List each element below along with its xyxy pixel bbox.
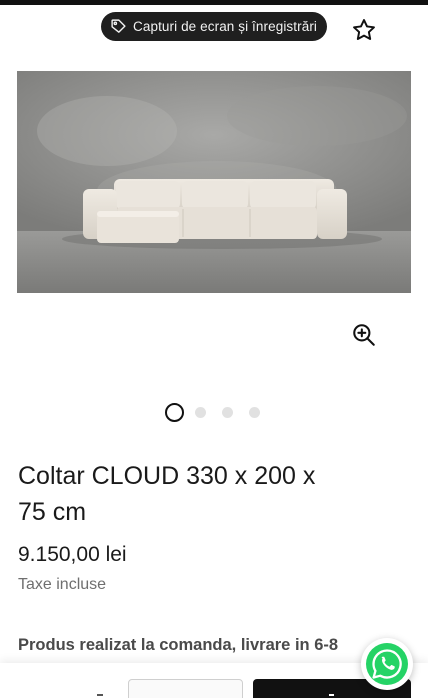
whatsapp-chat-button[interactable] <box>361 638 413 690</box>
screenshot-tag-badge[interactable]: Capturi de ecran și înregistrări <box>101 12 327 41</box>
screenshot-tag-label: Capturi de ecran și înregistrări <box>133 19 318 34</box>
pagination-dot[interactable] <box>222 407 233 418</box>
sticky-bar-fragment <box>97 694 103 696</box>
pagination-dot[interactable] <box>249 407 260 418</box>
status-bar-edge <box>0 0 428 5</box>
tag-icon <box>111 19 126 33</box>
tax-note: Taxe incluse <box>18 576 107 593</box>
pagination-dot[interactable] <box>195 407 206 418</box>
favorite-button[interactable] <box>351 17 377 43</box>
gallery-pagination <box>165 403 276 422</box>
pagination-dot-active[interactable] <box>165 403 184 422</box>
whatsapp-icon <box>366 643 408 685</box>
product-price: 9.150,00 lei <box>18 543 127 566</box>
star-icon <box>353 19 375 40</box>
production-note: Produs realizat la comanda, livrare in 6… <box>18 636 339 654</box>
zoom-button[interactable] <box>351 322 377 348</box>
zoom-in-icon <box>353 324 375 346</box>
quantity-selector[interactable] <box>128 679 243 698</box>
button-label-fragment <box>329 694 334 696</box>
product-title: Coltar CLOUD 330 x 200 x 75 cm <box>18 462 316 526</box>
product-image[interactable] <box>17 71 411 293</box>
